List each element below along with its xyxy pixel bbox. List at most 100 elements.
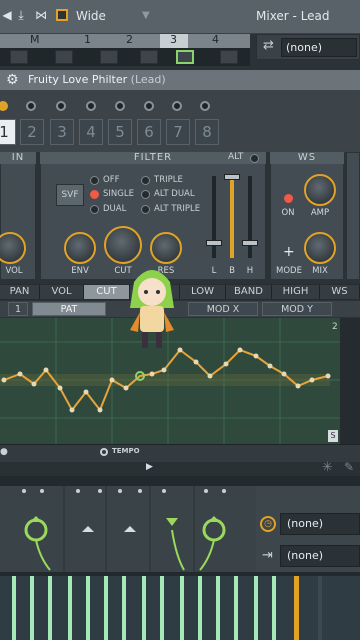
key[interactable] — [12, 576, 16, 640]
merge-icon[interactable]: ⤓ — [14, 8, 28, 22]
fader-h-handle[interactable] — [242, 240, 258, 246]
preset-button-7[interactable]: 7 — [166, 119, 190, 145]
ws-plus[interactable]: + — [283, 244, 295, 260]
env-label: ENV — [71, 266, 89, 276]
key[interactable] — [234, 576, 238, 640]
pat-button[interactable]: PAT — [32, 302, 106, 316]
fader-b-handle[interactable] — [224, 174, 240, 180]
mode-single-radio[interactable] — [90, 190, 99, 199]
key[interactable] — [30, 576, 34, 640]
mode-off-label: OFF — [103, 175, 120, 185]
preset-button-4[interactable]: 4 — [79, 119, 103, 145]
ws-on-radio[interactable] — [284, 194, 293, 203]
key[interactable] — [86, 576, 90, 640]
tab-pan[interactable]: PAN — [0, 285, 40, 299]
preset-button-5[interactable]: 5 — [108, 119, 132, 145]
mod-x-button[interactable]: MOD X — [188, 302, 258, 316]
ruler-marker[interactable]: M — [30, 33, 40, 46]
fader-b-track[interactable] — [230, 176, 234, 258]
right-dropdown-2[interactable]: (none) — [280, 545, 360, 567]
amp-knob[interactable] — [304, 174, 336, 206]
ruler-bar-4: 4 — [212, 33, 219, 46]
cut-knob[interactable] — [104, 226, 142, 264]
alt-toggle[interactable] — [250, 154, 259, 163]
key[interactable] — [216, 576, 220, 640]
preset-led[interactable] — [172, 101, 182, 111]
mixer-title: Mixer - Lead — [256, 9, 330, 23]
mode-triple-radio[interactable] — [141, 176, 150, 185]
preset-led[interactable] — [144, 101, 154, 111]
fader-l-handle[interactable] — [206, 240, 222, 246]
step-cell[interactable] — [140, 50, 158, 64]
right-dropdown-1[interactable]: (none) — [280, 513, 360, 535]
left-dot-icon[interactable]: ● — [0, 447, 8, 457]
mode-dual-radio[interactable] — [90, 205, 99, 214]
key[interactable] — [254, 576, 258, 640]
mix-label: MIX — [312, 266, 328, 276]
preset-button-2[interactable]: 2 — [20, 119, 44, 145]
preset-led[interactable] — [86, 101, 96, 111]
gear-icon[interactable]: ⚙ — [6, 72, 19, 88]
preset-led[interactable] — [26, 101, 36, 111]
tempo-toggle[interactable] — [100, 448, 108, 456]
step-cell[interactable] — [10, 50, 28, 64]
preset-button-3[interactable]: 3 — [50, 119, 74, 145]
output-icon[interactable]: ⇥ — [262, 548, 273, 563]
preset-button-8[interactable]: 8 — [195, 119, 219, 145]
snap-icon[interactable] — [56, 9, 68, 21]
mix-knob[interactable] — [304, 232, 336, 264]
lower-bar — [0, 444, 360, 462]
preset-button-6[interactable]: 6 — [137, 119, 161, 145]
key[interactable] — [198, 576, 202, 640]
mode-off-radio[interactable] — [90, 176, 99, 185]
svf-button[interactable]: SVF — [56, 184, 84, 206]
mixer-dropdown[interactable]: ⇄ (none) — [256, 34, 360, 60]
env-knob[interactable] — [64, 232, 96, 264]
ruler-bar-1: 1 — [84, 33, 91, 46]
preset-led[interactable] — [56, 101, 66, 111]
key[interactable] — [48, 576, 52, 640]
step-cell[interactable] — [55, 50, 73, 64]
key[interactable] — [142, 576, 146, 640]
preset-led[interactable] — [200, 101, 210, 111]
step-cell[interactable] — [100, 50, 118, 64]
vol-label: VOL — [5, 266, 23, 276]
clock-icon[interactable]: ◷ — [260, 516, 276, 532]
key[interactable] — [160, 576, 164, 640]
key[interactable] — [122, 576, 126, 640]
mode-alt-dual-radio[interactable] — [141, 190, 150, 199]
tab-ws[interactable]: WS — [320, 285, 360, 299]
tab-band[interactable]: BAND — [226, 285, 272, 299]
snowflake-icon[interactable]: ✳ — [322, 460, 333, 475]
graph-scroll-marker[interactable]: S — [328, 430, 338, 442]
key-highlight[interactable] — [294, 576, 299, 640]
channel-knobs[interactable] — [0, 486, 256, 572]
bowtie-icon[interactable]: ⋈ — [34, 8, 48, 22]
chevron-down-icon[interactable]: ▼ — [142, 10, 150, 21]
key[interactable] — [318, 576, 322, 640]
play-icon[interactable]: ▶ — [146, 462, 153, 472]
tab-high[interactable]: HIGH — [272, 285, 320, 299]
arrow-icon[interactable]: ◀ — [0, 8, 14, 22]
tab-vol[interactable]: VOL — [40, 285, 84, 299]
key[interactable] — [68, 576, 72, 640]
graph-scrollbar[interactable] — [340, 318, 360, 444]
preset-led[interactable] — [115, 101, 125, 111]
tab-low[interactable]: LOW — [180, 285, 226, 299]
step-cell-active[interactable] — [176, 50, 194, 64]
step-cell[interactable] — [220, 50, 238, 64]
envelope-index[interactable]: 1 — [8, 302, 28, 316]
key[interactable] — [180, 576, 184, 640]
fader-b-label: B — [229, 266, 235, 276]
res-knob[interactable] — [150, 232, 182, 264]
mixer-value[interactable]: (none) — [281, 38, 357, 57]
key[interactable] — [272, 576, 276, 640]
snap-label[interactable]: Wide — [76, 9, 106, 23]
pencil-icon[interactable]: ✎ — [344, 460, 354, 474]
preset-button-1[interactable]: 1 — [0, 119, 16, 145]
plugin-subtitle: (Lead) — [130, 73, 166, 86]
mod-y-button[interactable]: MOD Y — [262, 302, 332, 316]
ws-mode-label: MODE — [276, 266, 302, 276]
key[interactable] — [104, 576, 108, 640]
mode-alt-triple-radio[interactable] — [141, 205, 150, 214]
